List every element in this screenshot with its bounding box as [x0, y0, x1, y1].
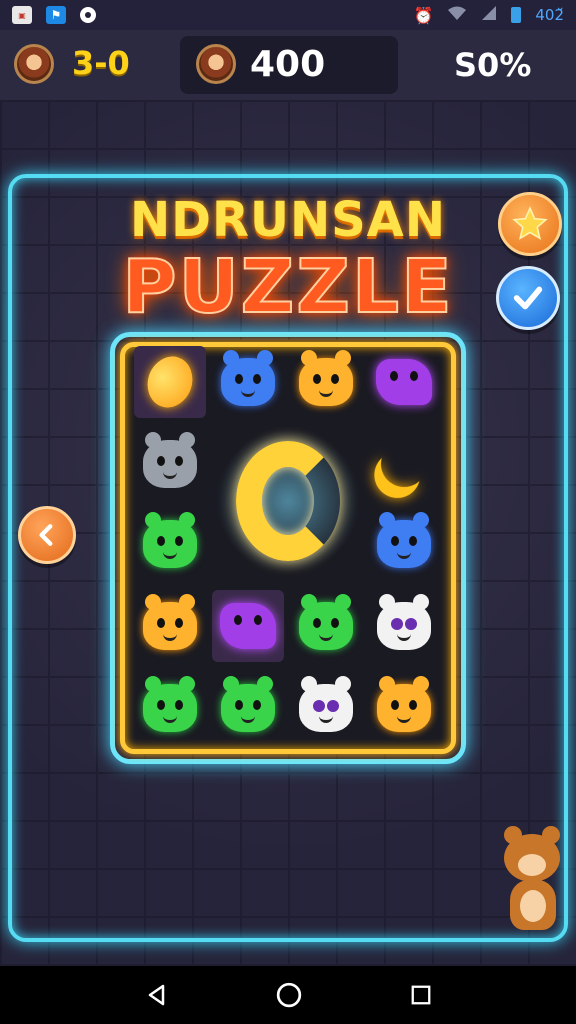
nav-recents-button[interactable]: [406, 980, 436, 1010]
player-avatar[interactable]: [14, 44, 54, 84]
nav-back-button[interactable]: [142, 980, 172, 1010]
status-bar: ▣ ⚑ ⏰ 402̆: [0, 0, 576, 30]
purple-blob-icon: [220, 603, 276, 649]
moon-icon: [375, 435, 434, 494]
tile-orange-bear[interactable]: [134, 590, 206, 662]
orange-bear-icon: [299, 350, 353, 406]
system-nav-bar: [0, 966, 576, 1024]
green-cat-icon: [143, 676, 197, 732]
status-right: ⏰ 402̆: [413, 5, 564, 25]
orange-bear-icon: [377, 676, 431, 732]
tile-purple-blob[interactable]: [212, 590, 284, 662]
tile-blue-bear[interactable]: [368, 508, 440, 580]
tile-purple-blob[interactable]: [368, 346, 440, 418]
nav-home-button[interactable]: [274, 980, 304, 1010]
center-ring-piece[interactable]: [218, 426, 358, 576]
check-icon: [513, 286, 543, 310]
tile-yellow-moon[interactable]: [368, 428, 440, 500]
star-icon: [512, 206, 548, 240]
score-value: 400: [250, 44, 326, 85]
mascot-head: [504, 826, 560, 882]
tile-green-frog[interactable]: [212, 672, 284, 744]
tile-orange-bear[interactable]: [368, 672, 440, 744]
score-avatar: [196, 44, 236, 84]
recents-square-icon: [411, 985, 431, 1005]
tile-green-frog[interactable]: [134, 508, 206, 580]
blue-bear-icon: [377, 512, 431, 568]
battery-icon: [511, 7, 522, 23]
alarm-icon: ⏰: [413, 5, 434, 25]
panda-icon: [377, 594, 431, 650]
score-panel: 400: [180, 36, 398, 94]
blue-bear-icon: [221, 350, 275, 406]
app-icon: ⚑: [46, 6, 66, 24]
progress-percent: S0%: [454, 46, 532, 84]
star-button[interactable]: [498, 192, 562, 256]
back-button[interactable]: [18, 506, 76, 564]
tile-gray-cat[interactable]: [134, 428, 206, 500]
panda-icon: [299, 676, 353, 732]
tile-green-cat[interactable]: [290, 590, 362, 662]
tile-panda[interactable]: [290, 672, 362, 744]
game-title-line2: PUZZLE: [121, 243, 454, 331]
purple-blob-icon: [376, 359, 432, 405]
green-frog-icon: [221, 676, 275, 732]
carrot-gem-icon: [138, 350, 202, 414]
tile-carrot-gem[interactable]: [134, 346, 206, 418]
back-triangle-icon: [148, 984, 165, 1006]
tile-blue-bear[interactable]: [212, 346, 284, 418]
news-icon: ▣: [12, 6, 32, 24]
top-bar: 3-0 400 S0%: [0, 30, 576, 100]
tile-panda[interactable]: [368, 590, 440, 662]
tile-green-cat[interactable]: [134, 672, 206, 744]
green-frog-icon: [143, 512, 197, 568]
green-cat-icon: [299, 594, 353, 650]
camera-icon: [80, 7, 96, 23]
check-button[interactable]: [496, 266, 560, 330]
chevron-left-icon: [39, 524, 53, 546]
signal-icon: [481, 5, 497, 25]
game-title-line1: NDRUNSAN: [129, 192, 446, 248]
wifi-icon: [447, 5, 467, 25]
battery-text: 402̆: [535, 6, 564, 24]
home-circle-icon: [276, 982, 302, 1008]
orange-bear-icon: [143, 594, 197, 650]
yellow-ring-icon: [236, 441, 340, 561]
mascot-body: [510, 880, 556, 930]
bear-mascot: [494, 824, 574, 936]
gray-cat-icon: [143, 432, 197, 488]
level-indicator: 3-0: [72, 44, 130, 82]
status-left: ▣ ⚑: [12, 6, 96, 24]
tile-orange-bear[interactable]: [290, 346, 362, 418]
